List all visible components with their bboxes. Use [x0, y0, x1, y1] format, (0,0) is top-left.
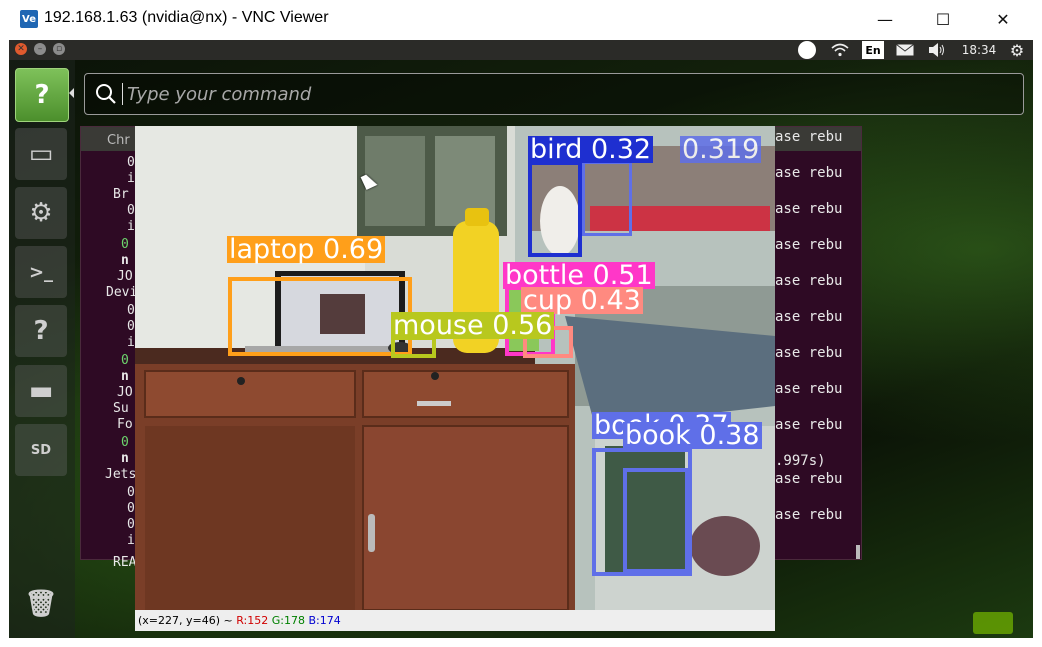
book-bounding-box-2	[623, 468, 689, 573]
terminal-line: 0	[127, 485, 135, 500]
sd-card-icon: SD	[30, 442, 52, 458]
detection-label: 0.319	[680, 134, 762, 165]
detection-label: book 0.38	[623, 420, 762, 451]
power-indicator-icon[interactable]	[796, 40, 818, 60]
terminal-line: 0	[121, 353, 129, 368]
remote-desktop: ✕ – ▫ En 18:34 ⚙ ? ▭ ⚙ >_ ? ▬ SD 🗑 Type …	[9, 40, 1033, 638]
bird-bounding-box-2	[582, 161, 632, 236]
dash-close-icon[interactable]: ✕	[15, 43, 27, 55]
help-icon: ?	[34, 80, 50, 110]
terminal-line: ase rebu	[775, 129, 843, 145]
terminal-line: ase rebu	[775, 201, 843, 217]
minimize-button[interactable]: —	[862, 4, 908, 34]
terminal-line: i	[127, 219, 135, 234]
terminal-line: Fo	[117, 417, 133, 432]
pixel-green-value: G:178	[271, 614, 305, 627]
help-icon: ?	[33, 316, 49, 346]
window-title: 192.168.1.63 (nvidia@nx) - VNC Viewer	[44, 9, 329, 26]
unity-launcher: ? ▭ ⚙ >_ ? ▬ SD 🗑	[9, 60, 75, 638]
dash-maximize-icon[interactable]: ▫	[53, 43, 65, 55]
terminal-line: .997s)	[775, 453, 826, 469]
bird-bounding-box	[528, 161, 582, 257]
terminal-line: ase rebu	[775, 471, 843, 487]
launcher-item-dash-home[interactable]: ?	[15, 68, 69, 122]
maximize-button[interactable]: ☐	[920, 4, 966, 34]
terminal-line: 0	[127, 303, 135, 318]
terminal-line: 0	[127, 501, 135, 516]
detection-label: bird 0.32	[528, 134, 654, 165]
terminal-line: i	[127, 533, 135, 548]
terminal-line: JO	[117, 269, 133, 284]
text-cursor	[122, 83, 123, 105]
terminal-line: ase rebu	[775, 345, 843, 361]
terminal-line: 0	[127, 517, 135, 532]
terminal-line: 0	[121, 237, 129, 252]
ubuntu-top-panel: ✕ – ▫ En 18:34 ⚙	[9, 40, 1033, 60]
terminal-line: JO	[117, 385, 133, 400]
terminal-line: 0	[127, 319, 135, 334]
terminal-line: Chr	[107, 133, 130, 148]
close-button[interactable]: ✕	[980, 4, 1026, 34]
terminal-line: n	[121, 253, 129, 268]
detection-label: laptop 0.69	[227, 234, 386, 265]
dash-minimize-icon[interactable]: –	[34, 43, 46, 55]
launcher-item-settings[interactable]: ⚙	[15, 187, 67, 239]
terminal-line: 0	[127, 203, 135, 218]
pixel-red-value: R:152	[236, 614, 269, 627]
files-icon: ▭	[28, 139, 54, 169]
pixel-status-bar: (x=227, y=46) ~ R:152 G:178 B:174	[135, 610, 775, 631]
system-settings-gear-icon[interactable]: ⚙	[1007, 40, 1027, 60]
terminal-line: n	[121, 451, 129, 466]
launcher-item-sd-card[interactable]: SD	[15, 424, 67, 476]
nvidia-logo-icon	[973, 612, 1013, 634]
keyboard-language-indicator[interactable]: En	[862, 41, 884, 59]
terminal-line: 0	[127, 155, 135, 170]
dash-search-box[interactable]: Type your command	[84, 73, 1024, 115]
vnc-viewer-icon: Ve	[20, 10, 38, 28]
terminal-line: ase rebu	[775, 507, 843, 523]
terminal-line: Devi	[106, 285, 138, 300]
terminal-icon: >_	[28, 261, 54, 283]
search-icon	[96, 84, 116, 104]
search-input[interactable]: Type your command	[127, 84, 311, 105]
launcher-item-help[interactable]: ?	[15, 305, 67, 357]
mail-icon[interactable]	[894, 40, 916, 60]
pixel-blue-value: B:174	[308, 614, 341, 627]
terminal-line: ase rebu	[775, 381, 843, 397]
volume-icon[interactable]	[926, 40, 948, 60]
laptop-bounding-box	[228, 277, 412, 356]
launcher-item-trash[interactable]: 🗑	[15, 578, 67, 630]
detection-label: mouse 0.56	[391, 310, 555, 341]
launcher-item-files[interactable]: ▭	[15, 128, 67, 180]
terminal-line: Br	[113, 187, 129, 202]
drive-icon: ▬	[28, 376, 54, 406]
active-indicator-arrow-icon	[69, 88, 74, 98]
terminal-line: ase rebu	[775, 165, 843, 181]
cursor-coordinates: (x=227, y=46) ~	[138, 614, 233, 627]
vnc-title-bar: Ve 192.168.1.63 (nvidia@nx) - VNC Viewer…	[0, 0, 1042, 40]
terminal-line: n	[121, 369, 129, 384]
detection-image-window[interactable]: laptop 0.69 bird 0.32 0.319 bottle 0.51 …	[135, 126, 775, 631]
terminal-line: i	[127, 171, 135, 186]
terminal-scrollbar[interactable]	[856, 545, 860, 559]
wifi-icon[interactable]	[827, 40, 853, 60]
terminal-line: Su	[113, 401, 129, 416]
trash-icon: 🗑	[24, 589, 58, 619]
terminal-line: 0	[121, 435, 129, 450]
clock[interactable]: 18:34	[957, 40, 1001, 60]
terminal-line: Jets	[105, 467, 137, 482]
launcher-item-terminal[interactable]: >_	[15, 246, 67, 298]
terminal-line: ase rebu	[775, 273, 843, 289]
launcher-item-drive[interactable]: ▬	[15, 365, 67, 417]
terminal-line: i	[127, 335, 135, 350]
terminal-line: REA	[113, 555, 137, 570]
terminal-line: ase rebu	[775, 309, 843, 325]
terminal-line: ase rebu	[775, 237, 843, 253]
terminal-line: ase rebu	[775, 417, 843, 433]
settings-icon: ⚙	[29, 198, 53, 228]
